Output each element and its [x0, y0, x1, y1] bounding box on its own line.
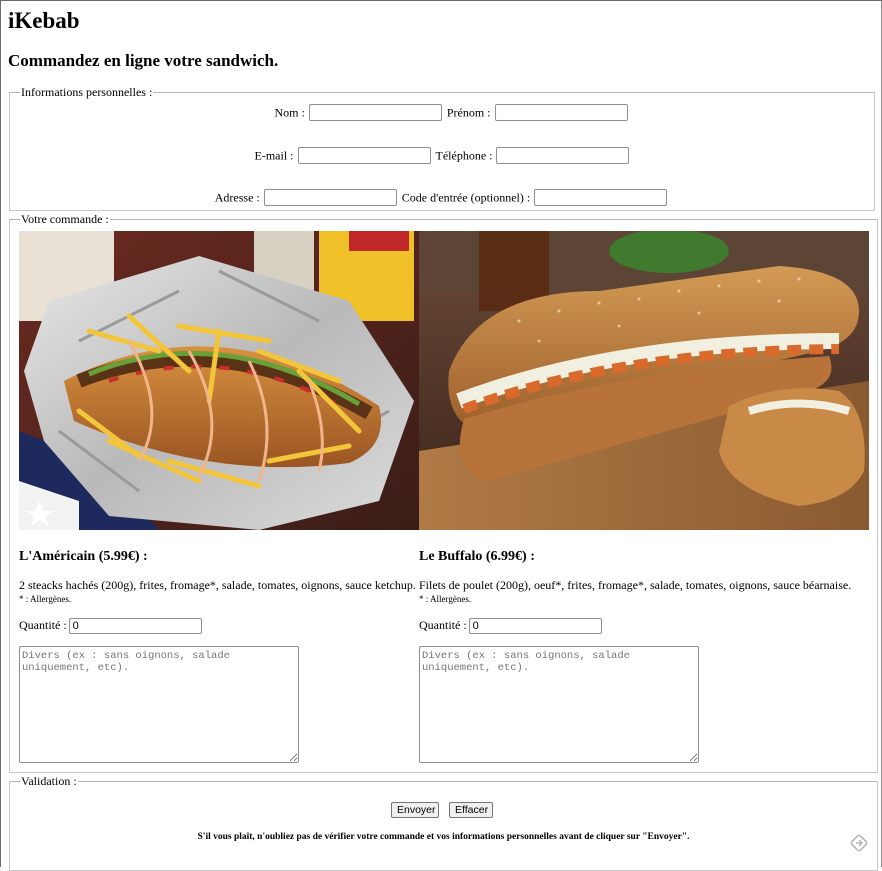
quantity-row-buffalo: Quantité :	[419, 617, 604, 635]
product-title-buffalo: Le Buffalo (6.99€) :	[419, 549, 535, 564]
code-label: Code d'entrée (optionnel) :	[401, 190, 531, 205]
adresse-label: Adresse :	[214, 190, 260, 205]
product-title-americain: L'Américain (5.99€) :	[19, 549, 148, 564]
nom-label: Nom :	[274, 105, 305, 120]
hotdog-fries-photo	[19, 231, 419, 530]
quantity-row-americain: Quantité :	[19, 617, 204, 635]
name-row: Nom : Prénom :	[10, 103, 874, 121]
contact-row: E-mail : Téléphone :	[10, 146, 874, 164]
nom-input[interactable]	[308, 103, 442, 121]
reset-button[interactable]: Effacer	[449, 802, 493, 818]
personal-info-legend: Informations personnelles :	[20, 85, 154, 100]
verification-warning: S'il vous plaît, n'oubliez pas de vérifi…	[197, 832, 690, 842]
quantity-label-buffalo: Quantité :	[419, 618, 467, 632]
quantity-input-americain[interactable]	[68, 618, 202, 635]
telephone-label: Téléphone :	[435, 148, 493, 163]
prenom-label: Prénom :	[446, 105, 491, 120]
allergen-note-buffalo: * : Allergènes.	[419, 594, 472, 604]
notes-textarea-americain[interactable]	[19, 646, 299, 763]
translate-icon[interactable]	[850, 834, 868, 852]
telephone-input[interactable]	[496, 146, 630, 164]
validation-legend: Validation :	[20, 774, 78, 789]
product-photo-buffalo	[419, 231, 869, 530]
quantity-input-buffalo[interactable]	[468, 618, 602, 635]
code-input[interactable]	[534, 188, 668, 206]
product-description-americain: 2 steacks hachés (200g), frites, fromage…	[19, 578, 416, 592]
notes-textarea-buffalo[interactable]	[419, 646, 699, 763]
submit-button[interactable]: Envoyer	[391, 802, 439, 818]
quantity-label-americain: Quantité :	[19, 618, 67, 632]
product-photo-americain	[19, 231, 419, 530]
prenom-input[interactable]	[494, 103, 628, 121]
order-legend: Votre commande :	[20, 212, 110, 227]
adresse-input[interactable]	[263, 188, 397, 206]
site-title: iKebab	[8, 8, 80, 33]
page-subtitle: Commandez en ligne votre sandwich.	[8, 51, 279, 70]
personal-info-fieldset: Informations personnelles : Nom : Prénom…	[9, 85, 875, 211]
product-description-buffalo: Filets de poulet (200g), oeuf*, frites, …	[419, 578, 852, 592]
address-row: Adresse : Code d'entrée (optionnel) :	[10, 188, 874, 206]
allergen-note-americain: * : Allergènes.	[19, 594, 72, 604]
email-label: E-mail :	[254, 148, 294, 163]
buffalo-sandwich-photo	[419, 231, 869, 530]
email-input[interactable]	[297, 146, 431, 164]
validation-fieldset: Validation : S'il vous plaît, n'oubliez …	[9, 774, 878, 871]
